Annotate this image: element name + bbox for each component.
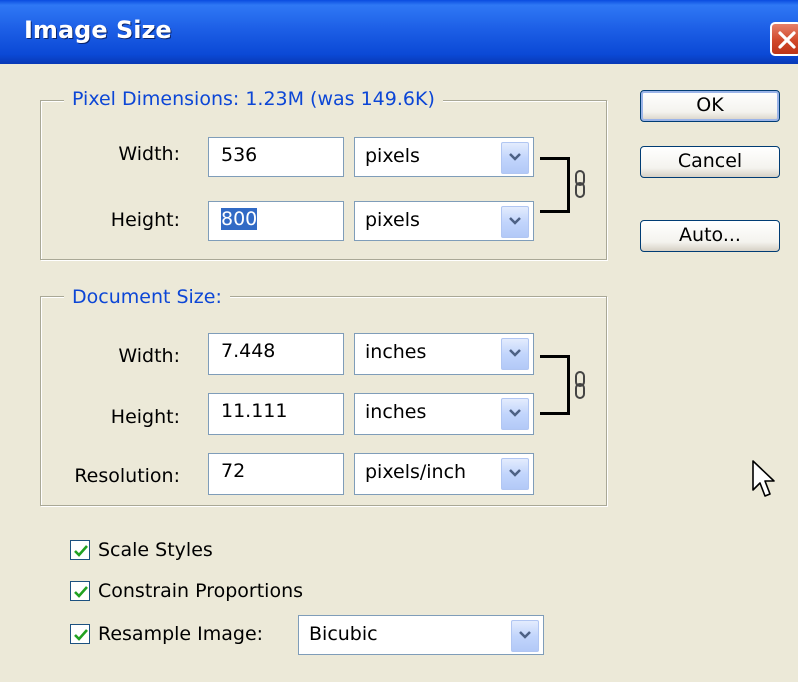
dropdown-arrow-icon[interactable]	[501, 142, 529, 174]
resample-method-value: Bicubic	[309, 623, 378, 645]
pixel-width-unit-select[interactable]: pixels	[354, 137, 534, 177]
pixel-height-label: Height:	[110, 209, 180, 231]
scale-styles-label[interactable]: Scale Styles	[98, 539, 213, 561]
doc-link-bracket	[540, 355, 570, 415]
chain-link-icon	[574, 170, 586, 202]
dropdown-arrow-icon[interactable]	[501, 458, 529, 490]
auto-button[interactable]: Auto...	[640, 220, 780, 252]
doc-width-unit-select[interactable]: inches	[354, 333, 534, 375]
checkmark-icon	[74, 586, 88, 598]
ok-button[interactable]: OK	[640, 90, 780, 122]
dropdown-arrow-icon[interactable]	[501, 398, 529, 430]
doc-width-input[interactable]: 7.448	[208, 333, 344, 375]
pixel-link-bracket	[540, 157, 570, 213]
doc-height-unit-select[interactable]: inches	[354, 393, 534, 435]
doc-height-input[interactable]: 11.111	[208, 393, 344, 435]
close-icon	[778, 31, 796, 49]
dropdown-arrow-icon[interactable]	[501, 338, 529, 370]
window-title: Image Size	[24, 16, 172, 44]
cancel-button[interactable]: Cancel	[640, 146, 780, 178]
pixel-height-input[interactable]: 800	[208, 201, 344, 241]
dropdown-arrow-icon[interactable]	[501, 206, 529, 238]
doc-width-label: Width:	[118, 345, 180, 367]
chain-link-icon	[574, 371, 586, 403]
resolution-input[interactable]: 72	[208, 453, 344, 495]
checkmark-icon	[74, 629, 88, 641]
resolution-unit-select[interactable]: pixels/inch	[354, 453, 534, 495]
resample-image-checkbox[interactable]	[70, 624, 90, 644]
resample-method-select[interactable]: Bicubic	[298, 615, 544, 655]
dropdown-arrow-icon[interactable]	[511, 620, 539, 652]
pixel-width-label: Width:	[118, 143, 180, 165]
pixel-dimensions-legend: Pixel Dimensions: 1.23M (was 149.6K)	[64, 88, 443, 110]
pixel-width-input[interactable]: 536	[208, 137, 344, 177]
pixel-height-unit-select[interactable]: pixels	[354, 201, 534, 241]
doc-height-label: Height:	[110, 406, 180, 428]
close-button[interactable]	[770, 22, 798, 56]
mouse-pointer-icon	[752, 460, 776, 504]
pixel-height-value: 800	[221, 208, 258, 230]
constrain-proportions-label[interactable]: Constrain Proportions	[98, 580, 303, 602]
document-size-legend: Document Size:	[64, 286, 230, 308]
checkmark-icon	[74, 545, 88, 557]
constrain-proportions-checkbox[interactable]	[70, 581, 90, 601]
resolution-label: Resolution:	[74, 465, 180, 487]
scale-styles-checkbox[interactable]	[70, 540, 90, 560]
resample-image-label[interactable]: Resample Image:	[98, 623, 263, 645]
